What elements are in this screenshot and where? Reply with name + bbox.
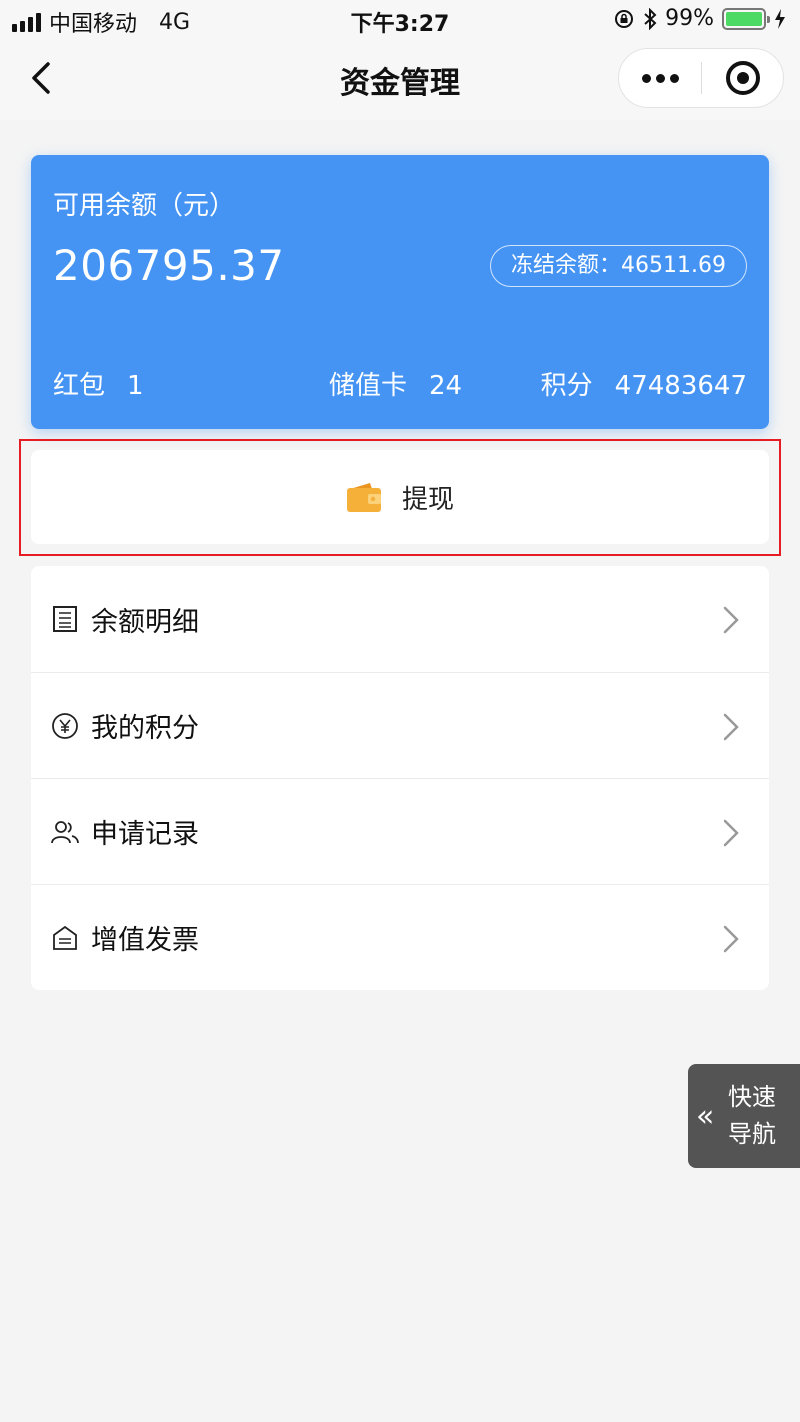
chevron-right-icon — [723, 925, 739, 953]
stat-stored-value-card[interactable]: 储值卡 24 — [329, 365, 462, 402]
menu-item-balance-detail[interactable]: 余额明细 — [31, 566, 769, 672]
menu-list: 余额明细 我的积分 申请记录 增值发票 — [31, 566, 769, 990]
menu-item-label: 增值发票 — [91, 925, 199, 956]
stat-value: 24 — [429, 371, 463, 401]
stat-label: 红包 — [53, 371, 106, 401]
wallet-icon — [346, 483, 381, 512]
quick-nav-label-line2: 导航 — [728, 1120, 776, 1148]
mini-program-capsule — [618, 48, 784, 108]
users-icon — [51, 818, 79, 846]
withdraw-button[interactable]: 提现 — [31, 450, 769, 544]
menu-item-label: 我的积分 — [91, 713, 199, 744]
status-bar: 中国移动 4G 下午3:27 99% — [0, 0, 800, 40]
stat-value: 1 — [127, 371, 144, 401]
stat-value: 47483647 — [614, 371, 747, 401]
quick-nav-button[interactable]: « 快速 导航 — [688, 1064, 800, 1168]
battery-percent: 99% — [665, 6, 714, 31]
chevron-right-icon — [723, 713, 739, 741]
battery-level — [726, 11, 762, 26]
charging-icon — [775, 8, 785, 29]
rotation-lock-icon — [615, 9, 634, 28]
stat-red-packet[interactable]: 红包 1 — [53, 365, 144, 402]
receipt-icon — [51, 605, 79, 633]
target-icon — [725, 61, 760, 95]
yen-circle-icon — [51, 712, 79, 740]
balance-card: 可用余额（元） 206795.37 冻结余额：46511.69 红包 1 储值卡 2… — [31, 155, 769, 429]
menu-item-label: 余额明细 — [91, 606, 199, 638]
menu-item-my-points[interactable]: 我的积分 — [31, 672, 769, 778]
bluetooth-icon — [644, 7, 657, 30]
menu-item-label: 申请记录 — [91, 819, 199, 850]
invoice-icon — [51, 924, 79, 952]
withdraw-label: 提现 — [401, 484, 454, 515]
close-mini-program-button[interactable] — [702, 61, 783, 95]
stat-points[interactable]: 积分 47483647 — [541, 365, 747, 402]
menu-item-vat-invoice[interactable]: 增值发票 — [31, 884, 769, 990]
stat-label: 积分 — [540, 371, 593, 401]
frozen-balance-badge[interactable]: 冻结余额：46511.69 — [490, 245, 747, 287]
nav-bar: 资金管理 — [0, 40, 800, 120]
available-balance-amount: 206795.37 — [53, 241, 285, 290]
quick-nav-label-line1: 快速 — [728, 1083, 776, 1111]
battery-icon — [722, 7, 770, 30]
available-balance-label: 可用余额（元） — [53, 191, 236, 221]
stat-label: 储值卡 — [329, 371, 408, 401]
menu-item-application-records[interactable]: 申请记录 — [31, 778, 769, 884]
chevron-right-icon — [723, 819, 739, 847]
chevron-right-icon — [723, 606, 739, 634]
more-button[interactable] — [619, 73, 701, 83]
double-chevron-left-icon: « — [696, 1098, 715, 1134]
